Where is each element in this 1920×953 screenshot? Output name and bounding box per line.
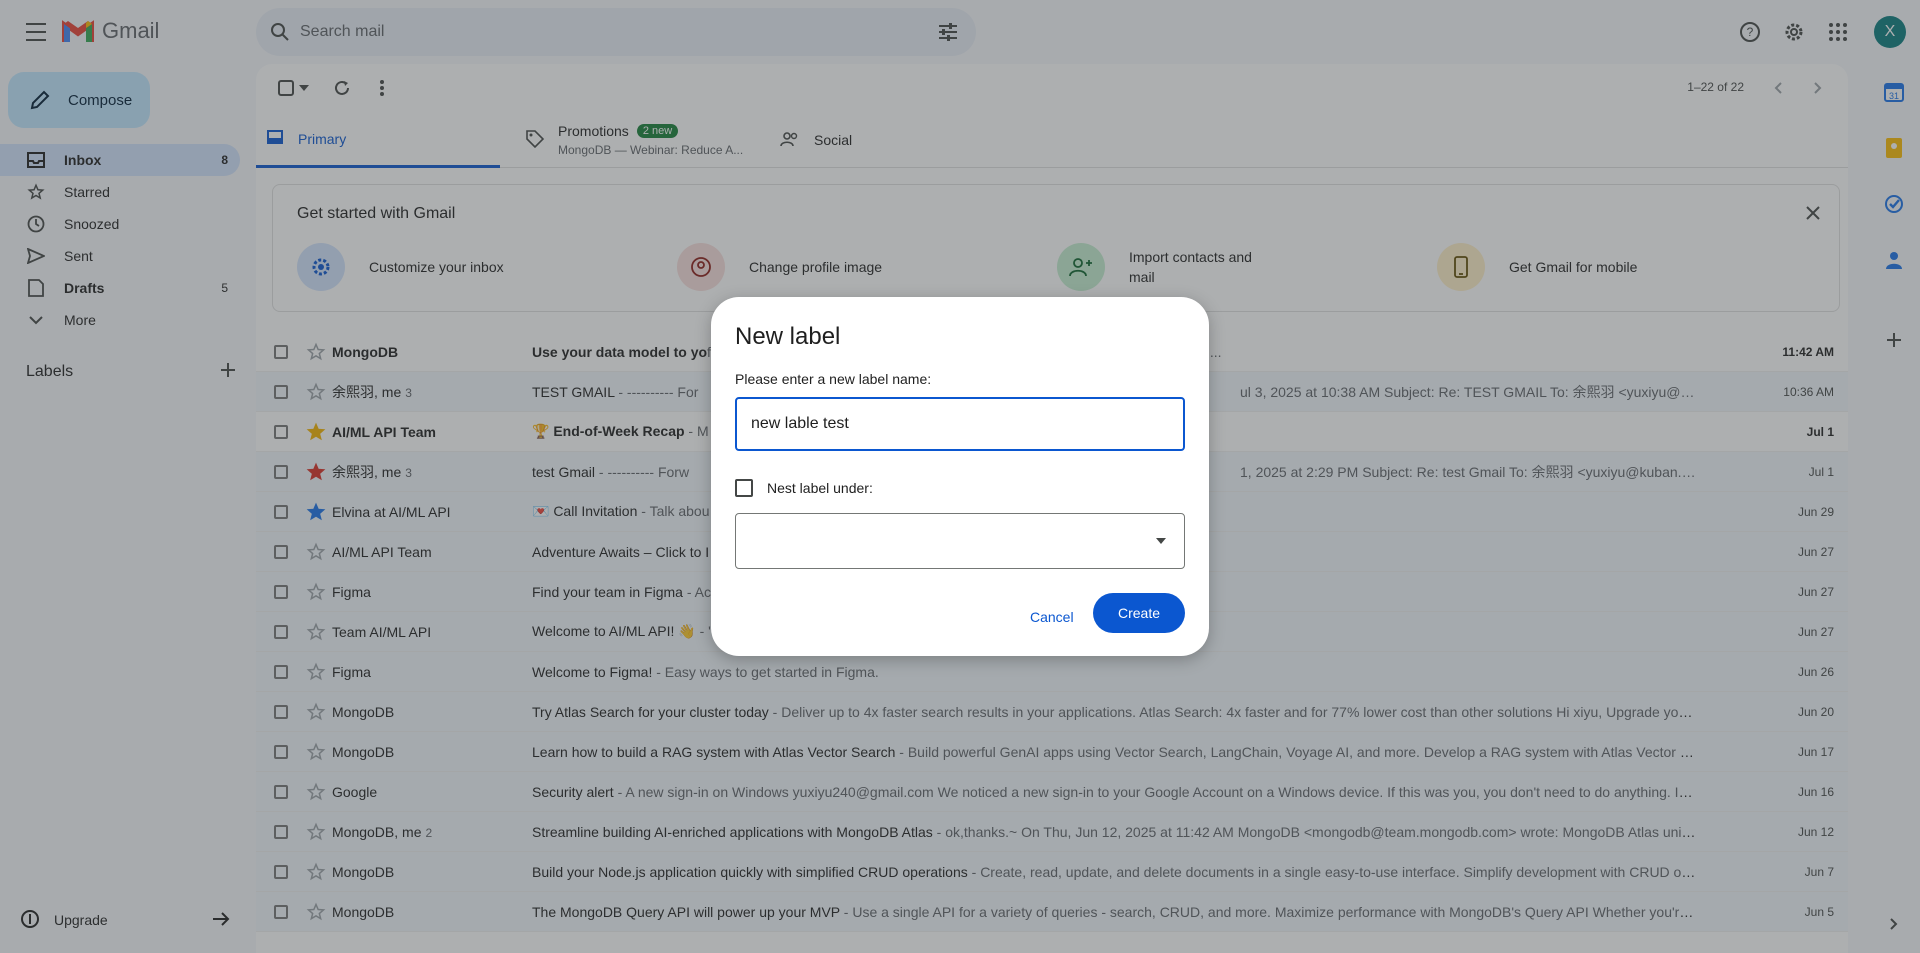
dialog-prompt: Please enter a new label name: [735,371,932,387]
parent-label-select[interactable] [735,513,1185,569]
nest-label-text: Nest label under: [767,480,873,496]
dialog-title: New label [735,323,841,350]
dropdown-arrow-icon [1156,538,1166,544]
cancel-button[interactable]: Cancel [1018,597,1086,637]
new-label-dialog: New label Please enter a new label name:… [711,297,1209,656]
create-button[interactable]: Create [1093,593,1185,633]
label-name-input[interactable] [735,397,1185,451]
nest-label-checkbox[interactable] [735,479,753,497]
